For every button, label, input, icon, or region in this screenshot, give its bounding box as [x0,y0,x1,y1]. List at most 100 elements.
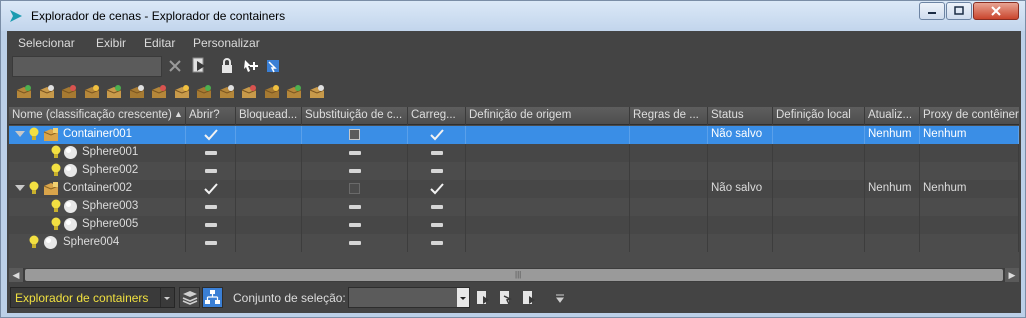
container-reload-icon[interactable] [218,83,236,101]
chevron-down-icon [460,297,466,300]
dash-icon [431,223,443,227]
menu-personalizar[interactable]: Personalizar [193,36,260,50]
col-substituicao[interactable]: Substituição de c... [302,107,408,125]
col-carregado[interactable]: Carreg... [408,107,466,125]
expand-arrow-icon[interactable] [15,131,25,137]
options-dropdown-icon[interactable] [554,293,572,311]
search-input[interactable] [12,56,162,77]
select-children-icon[interactable] [243,58,261,76]
scroll-right-button[interactable]: ▶ [1005,268,1019,282]
container-settings-icon[interactable] [308,83,326,101]
edit-selection-set-icon[interactable] [498,290,516,308]
find-icon[interactable] [191,57,209,75]
col-proxy[interactable]: Proxy de contêiner [920,107,1019,125]
scroll-thumb[interactable]: ||| [25,269,1003,281]
layers-icon [182,291,198,305]
container-update-icon[interactable] [195,83,213,101]
menu-editar[interactable]: Editar [144,36,175,50]
remove-selection-set-icon[interactable] [521,290,539,308]
selection-set-select[interactable] [348,287,470,308]
lock-icon[interactable] [220,58,238,76]
container-open-icon[interactable] [105,83,123,101]
selection-set-dropdown-arrow[interactable] [457,288,469,307]
container-save-icon[interactable] [173,83,191,101]
row-name[interactable]: Sphere001 [82,146,138,158]
close-button[interactable] [973,2,1019,20]
update-cell: Nenhum [868,182,912,194]
row-name[interactable]: Sphere004 [63,236,119,248]
container-lock-icon[interactable] [285,83,303,101]
light-bulb-icon[interactable] [29,127,39,145]
table-cell [236,144,302,162]
row-name[interactable]: Sphere003 [82,200,138,212]
col-definicao-origem[interactable]: Definição de origem [466,107,630,125]
scroll-left-button[interactable]: ◀ [9,268,23,282]
light-bulb-icon[interactable] [29,235,39,253]
table-cell [865,198,920,216]
table-row[interactable]: Sphere001 [9,144,1019,162]
light-bulb-icon[interactable] [51,199,61,217]
checkbox[interactable] [349,129,360,140]
table-row[interactable]: Sphere002 [9,162,1019,180]
col-status[interactable]: Status [708,107,773,125]
row-name[interactable]: Sphere005 [82,218,138,230]
col-nome[interactable]: Nome (classificação crescente) ▲ [9,107,186,125]
col-regras[interactable]: Regras de ... [630,107,708,125]
row-name[interactable]: Container001 [63,128,132,140]
select-dependents-icon[interactable] [265,58,283,76]
table-row[interactable]: Container001 Não salvo Nenhum Nenhum [9,126,1019,144]
table-cell [466,162,630,180]
table-cell [865,234,920,252]
col-bloqueado[interactable]: Bloquead... [236,107,302,125]
container-close-icon[interactable] [128,83,146,101]
menu-selecionar[interactable]: Selecionar [18,36,75,50]
expand-arrow-icon[interactable] [15,185,25,191]
container-merge-icon[interactable] [83,83,101,101]
minimize-button[interactable] [919,2,945,20]
table-cell [466,126,630,144]
table-row[interactable]: Sphere004 [9,234,1019,252]
dash-icon [431,205,443,209]
light-bulb-icon[interactable] [51,145,61,163]
container-inherit-icon[interactable] [60,83,78,101]
light-bulb-icon[interactable] [29,181,39,199]
col-definicao-local[interactable]: Definição local [773,107,865,125]
explorer-dropdown-arrow[interactable] [160,288,174,307]
container-unload-icon[interactable] [240,83,258,101]
dash-icon [349,241,361,245]
table-cell [630,234,708,252]
light-bulb-icon[interactable] [51,217,61,235]
table-cell [466,180,630,198]
add-selection-set-icon[interactable] [475,290,493,308]
container-icon [43,181,59,199]
close-icon [991,6,1001,16]
clear-search-icon[interactable] [167,58,185,76]
sphere-icon [43,235,58,253]
explorer-type-select[interactable]: Explorador de containers [10,287,175,308]
dash-icon [431,151,443,155]
container-add-icon[interactable] [38,83,56,101]
col-abrir[interactable]: Abrir? [186,107,236,125]
proxy-cell: Nenhum [923,128,967,140]
title-bar[interactable]: Explorador de cenas - Explorador de cont… [1,1,1025,31]
col-nome-label: Nome (classificação crescente) [12,109,172,121]
dash-icon [349,169,361,173]
container-create-icon[interactable] [15,83,33,101]
maximize-button[interactable] [946,2,972,20]
col-atualizacao[interactable]: Atualiz... [865,107,920,125]
hierarchy-button[interactable] [202,287,223,308]
table-row[interactable]: Container002 Não salvo Nenhum Nenhum [9,180,1019,198]
horizontal-scrollbar[interactable]: ◀ ||| ▶ [9,268,1019,282]
row-name[interactable]: Sphere002 [82,164,138,176]
layer-explorer-button[interactable] [179,287,200,308]
table-row[interactable]: Sphere005 [9,216,1019,234]
table-cell [865,162,920,180]
container-proxy-icon[interactable] [263,83,281,101]
window-title: Explorador de cenas - Explorador de cont… [31,9,286,23]
row-name[interactable]: Container002 [63,182,132,194]
table-row[interactable]: Sphere003 [9,198,1019,216]
container-edit-icon[interactable] [150,83,168,101]
menu-exibir[interactable]: Exibir [96,36,126,50]
light-bulb-icon[interactable] [51,163,61,181]
sphere-icon [63,199,78,217]
